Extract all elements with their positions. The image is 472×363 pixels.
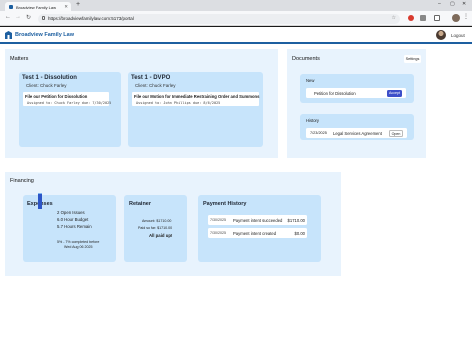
open-button[interactable]: Open [389,129,403,137]
retainer-amount: Amount: $1710.00 [142,219,172,223]
hour-budget: 6.0 Hour Budget [57,217,89,222]
retainer-card: Retainer Amount: $1710.00 Paid so far: $… [124,195,187,262]
payment-row: 7/30/2025 Payment intent created $0.00 [208,228,307,238]
new-tab-icon[interactable]: + [76,1,80,8]
matter-card[interactable]: Test 1 - DVPO Client: Chuck Farley File … [128,72,263,147]
payment-history-title: Payment History [203,201,247,207]
logout-link[interactable]: Logout [451,33,465,38]
browser-tab[interactable]: Broadview Family Law ✕ [5,2,71,11]
window-close-icon[interactable]: ✕ [462,1,466,7]
matter-task[interactable]: File our Petition for Dissolution Assign… [23,92,112,106]
forward-icon[interactable]: → [15,14,21,20]
retainer-title: Retainer [129,201,152,207]
documents-panel: Documents New Petition for Dissolution A… [287,49,426,158]
hours-gauge-fill [38,193,42,209]
address-url: https://broadviewfamilylaw.com:5173/port… [48,16,134,22]
payment-date: 7/30/2025 [210,231,226,235]
matter-client: Client: Chuck Farley [26,83,67,88]
back-icon[interactable]: ← [5,14,11,20]
payment-amount: $1710.00 [287,217,305,223]
new-document-row: Petition for Dissolution Accept [306,88,406,98]
matters-heading: Matters [10,56,29,62]
hours-remain: 5.7 Hours Remain [57,224,92,229]
retainer-paid: Paid so far: $1710.00 [138,226,173,230]
payment-date: 7/30/2025 [210,218,226,222]
brand-title: Broadview Family Law [15,32,74,38]
history-documents-box: History 7/23/2025 Legal Services Agreeme… [300,114,414,140]
history-date: 7/23/2025 [310,131,327,135]
extensions-puzzle-icon[interactable] [420,15,426,21]
task-meta: Assigned to: John Phillips due: 8/6/2025 [136,100,221,105]
new-label: New [306,78,315,83]
reload-icon[interactable]: ↻ [26,14,31,21]
history-label: History [306,118,320,123]
payment-history-card: Payment History 7/30/2025 Payment intent… [198,195,321,262]
matter-title: Test 1 - Dissolution [22,75,77,81]
history-document-row: 7/23/2025 Legal Services Agreement Open [306,128,407,138]
minimize-icon[interactable]: – [438,1,441,7]
extension-icon[interactable] [408,15,414,21]
app-viewport: Broadview Family Law Logout Matters Test… [0,27,472,363]
address-bar[interactable]: https://broadviewfamilylaw.com:5173/port… [38,13,400,24]
task-meta: Assigned to: Chuck Farley due: 7/30/2025 [27,100,112,105]
financing-panel: Financing Expenses 2 Open Issues 6.0 Hou… [5,172,341,276]
matter-card[interactable]: Test 1 - Dissolution Client: Chuck Farle… [19,72,121,147]
settings-button[interactable]: Settings [404,55,421,63]
browser-tab-bar: Broadview Family Law ✕ + – ▢ ✕ [0,0,472,11]
maximize-icon[interactable]: ▢ [450,1,455,7]
history-document-name: Legal Services Agreement [333,130,382,136]
payment-description: Payment intent created [233,230,277,236]
payment-row: 7/30/2025 Payment intent succeeded $1710… [208,215,307,225]
documents-heading: Documents [292,56,320,62]
browser-toolbar: ← → ↻ https://broadviewfamilylaw.com:517… [0,11,472,26]
brand-logo-icon [5,31,12,39]
payment-description: Payment intent succeeded [233,217,283,223]
task-title: File our Motion for Immediate Restrainin… [134,94,260,99]
retainer-status: All paid up! [149,233,173,238]
browser-tab-title: Broadview Family Law [16,4,57,10]
favicon-icon [9,4,13,9]
new-documents-box: New Petition for Dissolution Accept [300,74,414,103]
financing-heading: Financing [10,178,34,184]
payment-amount: $0.00 [294,230,305,236]
matter-task[interactable]: File our Motion for Immediate Restrainin… [132,92,259,106]
bookmark-star-icon[interactable]: ☆ [392,15,396,21]
profile-icon[interactable] [452,14,460,22]
task-title: File our Petition for Dissolution [25,94,88,99]
close-tab-icon[interactable]: ✕ [64,4,68,10]
matters-panel: Matters Test 1 - Dissolution Client: Chu… [5,49,278,158]
lock-icon [42,16,45,20]
matter-client: Client: Chuck Farley [135,83,176,88]
browser-menu-icon[interactable]: ⋮ [463,13,469,20]
matter-title: Test 1 - DVPO [131,75,171,81]
open-issues: 2 Open Issues [57,210,85,215]
new-document-name: Petition for Dissolution [314,90,356,96]
app-header: Broadview Family Law Logout [0,27,472,44]
accept-button[interactable]: Accept [387,89,402,97]
completed-line-1: 5% - 7% completed before [57,240,100,244]
sidebar-icon[interactable] [434,15,440,21]
expenses-card: Expenses 2 Open Issues 6.0 Hour Budget 5… [23,195,116,262]
hours-gauge [38,193,42,209]
avatar[interactable] [436,30,446,40]
completed-line-2: Wed Aug 06 2025 [64,245,93,249]
